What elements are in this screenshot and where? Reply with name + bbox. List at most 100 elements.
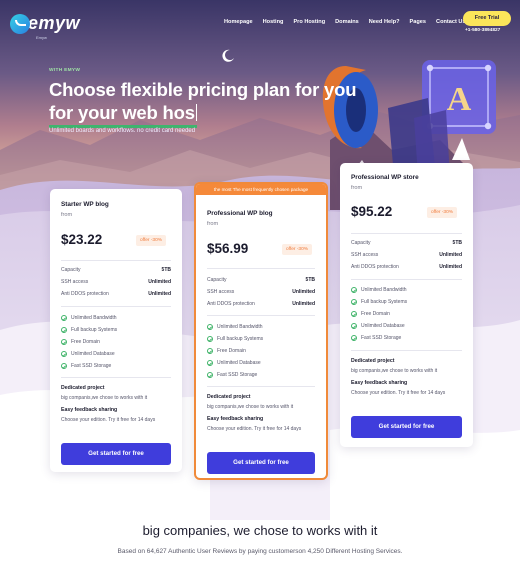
check-circle-icon	[207, 372, 213, 378]
divider	[61, 306, 171, 307]
feedback-title: Easy feedback sharing	[207, 416, 264, 422]
feature-label: Free Domain	[361, 311, 390, 317]
nav-item-pro-hosting[interactable]: Pro Hosting	[293, 19, 325, 25]
get-started-button[interactable]: Get started for free	[207, 452, 315, 474]
hero-eyebrow: WITH EMYW	[49, 68, 81, 73]
feature-label: Full backup Systems	[217, 336, 264, 342]
offer-badge: offer -30%	[427, 207, 457, 218]
spec-value: 5TB	[161, 267, 171, 273]
check-circle-icon	[351, 335, 357, 341]
check-circle-icon	[351, 323, 357, 329]
dedicated-title: Dedicated project	[351, 358, 395, 364]
feature-item: Unlimited Database	[351, 322, 405, 330]
spec-value: Unlimited	[292, 301, 315, 307]
feature-item: Unlimited Bandwidth	[207, 323, 263, 331]
spec-row: Anti DDOS protection Unlimited	[351, 263, 462, 271]
check-circle-icon	[207, 360, 213, 366]
divider	[61, 377, 171, 378]
plan-price: $23.22	[61, 232, 103, 247]
nav-item-domains[interactable]: Domains	[335, 19, 359, 25]
spec-label: Capacity	[351, 240, 371, 246]
nav-item-homepage[interactable]: Homepage	[224, 19, 253, 25]
feature-item: Free Domain	[351, 310, 390, 318]
feature-label: Unlimited Bandwidth	[361, 287, 407, 293]
feature-label: Unlimited Database	[71, 351, 115, 357]
hero-title-line1: Choose flexible pricing plan for you	[49, 79, 357, 100]
check-circle-icon	[207, 336, 213, 342]
check-circle-icon	[61, 363, 67, 369]
check-circle-icon	[207, 348, 213, 354]
feature-item: Free Domain	[61, 338, 100, 346]
free-trial-button[interactable]: Free Trial	[463, 11, 511, 26]
nav-item-need-help[interactable]: Need Help?	[369, 19, 400, 25]
spec-row: SSH access Unlimited	[351, 251, 462, 259]
spec-row: Anti DDOS protection Unlimited	[61, 290, 171, 298]
feature-item: Full backup Systems	[207, 335, 263, 343]
check-circle-icon	[61, 339, 67, 345]
spec-row: Anti DDOS protection Unlimited	[207, 300, 315, 308]
divider	[351, 350, 462, 351]
clients-subtitle: Based on 64,627 Authentic User Reviews b…	[117, 548, 403, 555]
divider	[351, 233, 462, 234]
feature-label: Fast SSD Storage	[217, 372, 258, 378]
plan-from: from	[351, 185, 363, 191]
divider	[351, 279, 462, 280]
nav-item-contact-us[interactable]: Contact Us	[436, 19, 466, 25]
check-circle-icon	[351, 311, 357, 317]
plan-name: Professional WP store	[351, 174, 419, 181]
spec-value: Unlimited	[292, 289, 315, 295]
nav-item-hosting[interactable]: Hosting	[263, 19, 284, 25]
spec-value: Unlimited	[439, 252, 462, 258]
offer-badge: offer -30%	[136, 235, 166, 246]
page: A emyw Emyw Homepage Hosting Pro Hosting…	[0, 0, 520, 580]
spec-value: 5TB	[452, 240, 462, 246]
spec-row: Capacity 5TB	[207, 276, 315, 284]
brand-name: emyw	[28, 13, 81, 33]
spec-label: Anti DDOS protection	[61, 291, 109, 297]
typing-cursor	[195, 104, 198, 121]
nav-item-pages[interactable]: Pages	[410, 19, 426, 25]
check-circle-icon	[207, 324, 213, 330]
plan-card-starter: Starter WP blog from $23.22 offer -30% C…	[50, 189, 182, 472]
hero-title: Choose flexible pricing plan for you for…	[49, 78, 369, 128]
plan-price: $95.22	[351, 204, 393, 219]
feature-label: Fast SSD Storage	[71, 363, 112, 369]
spec-value: Unlimited	[439, 264, 462, 270]
feedback-title: Easy feedback sharing	[61, 407, 118, 413]
spec-label: Capacity	[61, 267, 81, 273]
plan-name: Starter WP blog	[61, 201, 109, 208]
hero-subtitle: Unlimited boards and workflows. no credi…	[49, 128, 196, 134]
feature-item: Fast SSD Storage	[207, 371, 257, 379]
phone-number[interactable]: +1-580-3894827	[465, 28, 500, 33]
feature-label: Free Domain	[217, 348, 246, 354]
get-started-button[interactable]: Get started for free	[61, 443, 171, 465]
spec-label: SSH access	[351, 252, 379, 258]
spec-row: Capacity 5TB	[61, 266, 171, 274]
feedback-title: Easy feedback sharing	[351, 380, 408, 386]
plan-name: Professional WP blog	[207, 210, 273, 217]
check-circle-icon	[351, 287, 357, 293]
badge-letter: A	[447, 81, 472, 118]
feature-item: Fast SSD Storage	[61, 362, 111, 370]
main-nav: Homepage Hosting Pro Hosting Domains Nee…	[224, 19, 476, 25]
spec-value: Unlimited	[148, 291, 171, 297]
feature-label: Free Domain	[71, 339, 100, 345]
divider	[207, 268, 315, 269]
check-circle-icon	[61, 351, 67, 357]
feature-item: Unlimited Bandwidth	[61, 314, 117, 322]
spec-label: SSH access	[61, 279, 89, 285]
feature-label: Full backup Systems	[71, 327, 118, 333]
moon-icon	[222, 49, 234, 62]
divider	[61, 260, 171, 261]
plan-card-professional-store: Professional WP store from $95.22 offer …	[340, 163, 473, 447]
feature-item: Free Domain	[207, 347, 246, 355]
check-circle-icon	[61, 327, 67, 333]
brand-logo[interactable]: emyw Emyw	[10, 13, 81, 40]
get-started-button[interactable]: Get started for free	[351, 416, 462, 438]
plan-from: from	[207, 221, 219, 227]
check-circle-icon	[351, 299, 357, 305]
spec-row: Capacity 5TB	[351, 239, 462, 247]
spec-row: SSH access Unlimited	[207, 288, 315, 296]
spec-value: Unlimited	[148, 279, 171, 285]
feature-item: Unlimited Database	[61, 350, 115, 358]
